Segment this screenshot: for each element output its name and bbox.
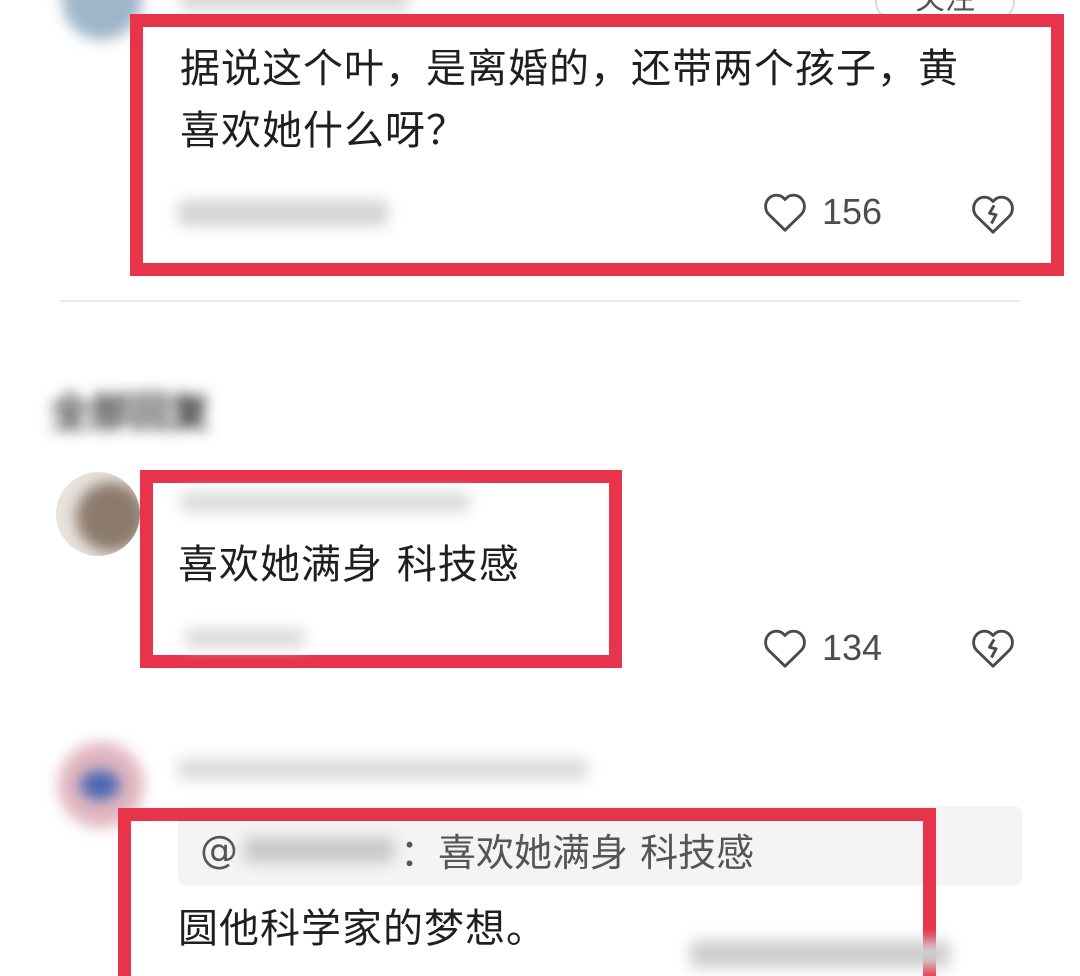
reply1-avatar-photo — [76, 482, 140, 552]
reply2-quoted-prefix: @ — [200, 827, 238, 872]
replies-section-title-text: 全部回复 — [50, 390, 210, 436]
watermark-blurred — [690, 940, 950, 968]
top-username-blurred — [180, 0, 410, 10]
reply1-like-count: 134 — [822, 627, 883, 668]
replies-section-title: 全部回复 — [50, 380, 210, 438]
section-divider — [60, 300, 1020, 302]
reply2-text: 圆他科学家的梦想。 — [178, 906, 547, 952]
broken-heart-icon — [972, 195, 1014, 234]
reply2-quoted[interactable]: @ ：喜欢她满身 科技感 — [200, 822, 754, 877]
reply2-quoted-user-blurred — [244, 836, 394, 863]
top-like-button[interactable]: 156 — [762, 190, 882, 234]
reply2-username-blurred — [178, 758, 588, 780]
reply1-avatar[interactable] — [56, 472, 140, 556]
top-like-count: 156 — [822, 191, 883, 232]
heart-outline-icon — [764, 193, 806, 232]
reply1-like-button[interactable]: 134 — [762, 626, 882, 670]
top-comment-meta-blurred — [178, 200, 388, 226]
top-dislike-button[interactable] — [970, 192, 1016, 236]
reply1-meta-blurred — [185, 628, 305, 648]
reply1-dislike-button[interactable] — [970, 626, 1016, 670]
broken-heart-icon — [972, 629, 1014, 668]
top-comment-text: 据说这个叶，是离婚的，还带两个孩子，黄喜欢她什么呀？ — [180, 46, 959, 154]
reply1-text: 喜欢她满身 科技感 — [178, 542, 520, 588]
reply2-avatar-inner — [80, 770, 120, 800]
reply2-quoted-text: ：喜欢她满身 科技感 — [400, 831, 755, 875]
heart-outline-icon — [764, 629, 806, 668]
reply1-username-blurred — [180, 492, 470, 512]
